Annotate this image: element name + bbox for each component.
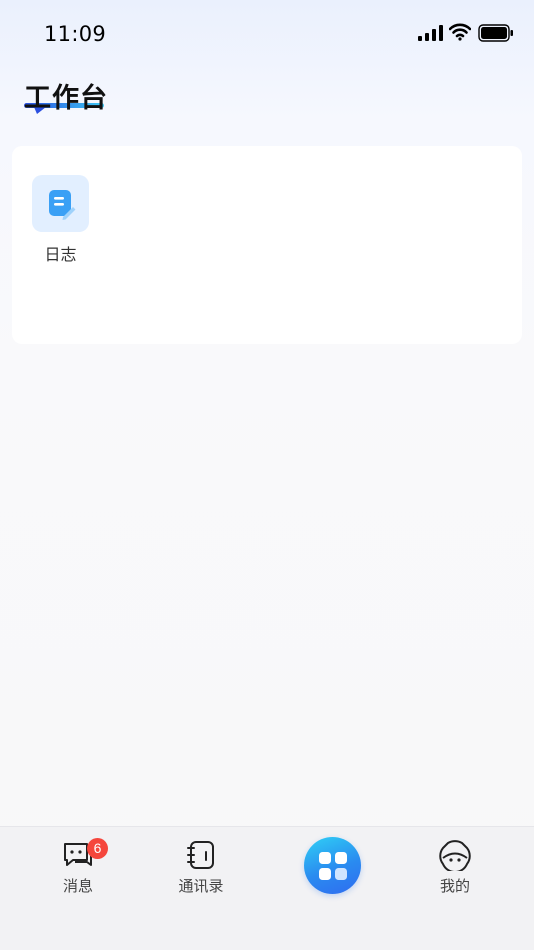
tab-profile[interactable]: 我的 (415, 839, 495, 896)
contacts-book-icon (187, 841, 214, 869)
app-tile-icon-bg (32, 175, 89, 232)
cat-face-icon (439, 840, 471, 871)
page-title: 工作台 (24, 83, 108, 114)
unread-badge: 6 (87, 838, 108, 859)
tab-messages-label: 消息 (62, 877, 93, 895)
workbench-grid-icon (318, 851, 347, 880)
app-tile-log[interactable]: 日志 (32, 175, 89, 265)
status-bar: 11:09 (0, 0, 534, 70)
tab-messages[interactable]: 6 消息 (38, 838, 118, 896)
apps-card: 日志 (12, 146, 522, 344)
tab-contacts[interactable]: 通讯录 (161, 839, 241, 896)
tab-workbench[interactable] (304, 837, 361, 894)
tab-contacts-label: 通讯录 (178, 877, 224, 895)
wifi-icon (449, 23, 471, 41)
status-time: 11:09 (44, 22, 107, 46)
battery-icon (478, 24, 513, 42)
bottom-tab-bar: 6 消息 通讯录 我的 (0, 826, 534, 950)
signal-icon (418, 25, 443, 41)
log-edit-icon (48, 189, 75, 220)
tab-profile-label: 我的 (439, 877, 470, 895)
app-tile-label: 日志 (44, 245, 77, 264)
